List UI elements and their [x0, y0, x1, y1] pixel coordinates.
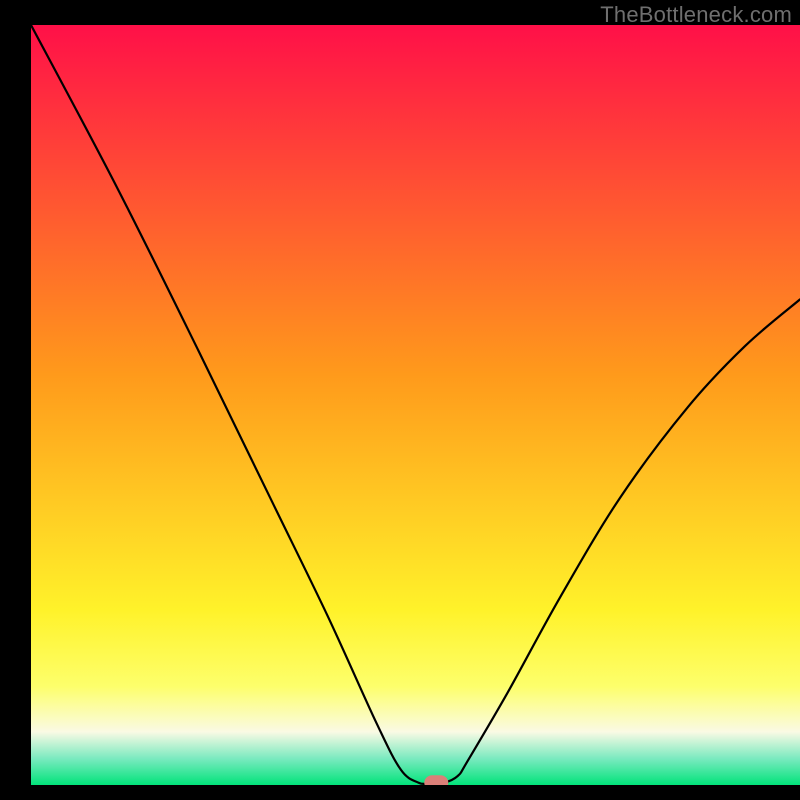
chart-svg: [0, 0, 800, 800]
attribution-label: TheBottleneck.com: [600, 2, 792, 28]
chart-canvas: TheBottleneck.com: [0, 0, 800, 800]
minimum-marker: [424, 775, 448, 790]
plot-background: [31, 25, 800, 785]
